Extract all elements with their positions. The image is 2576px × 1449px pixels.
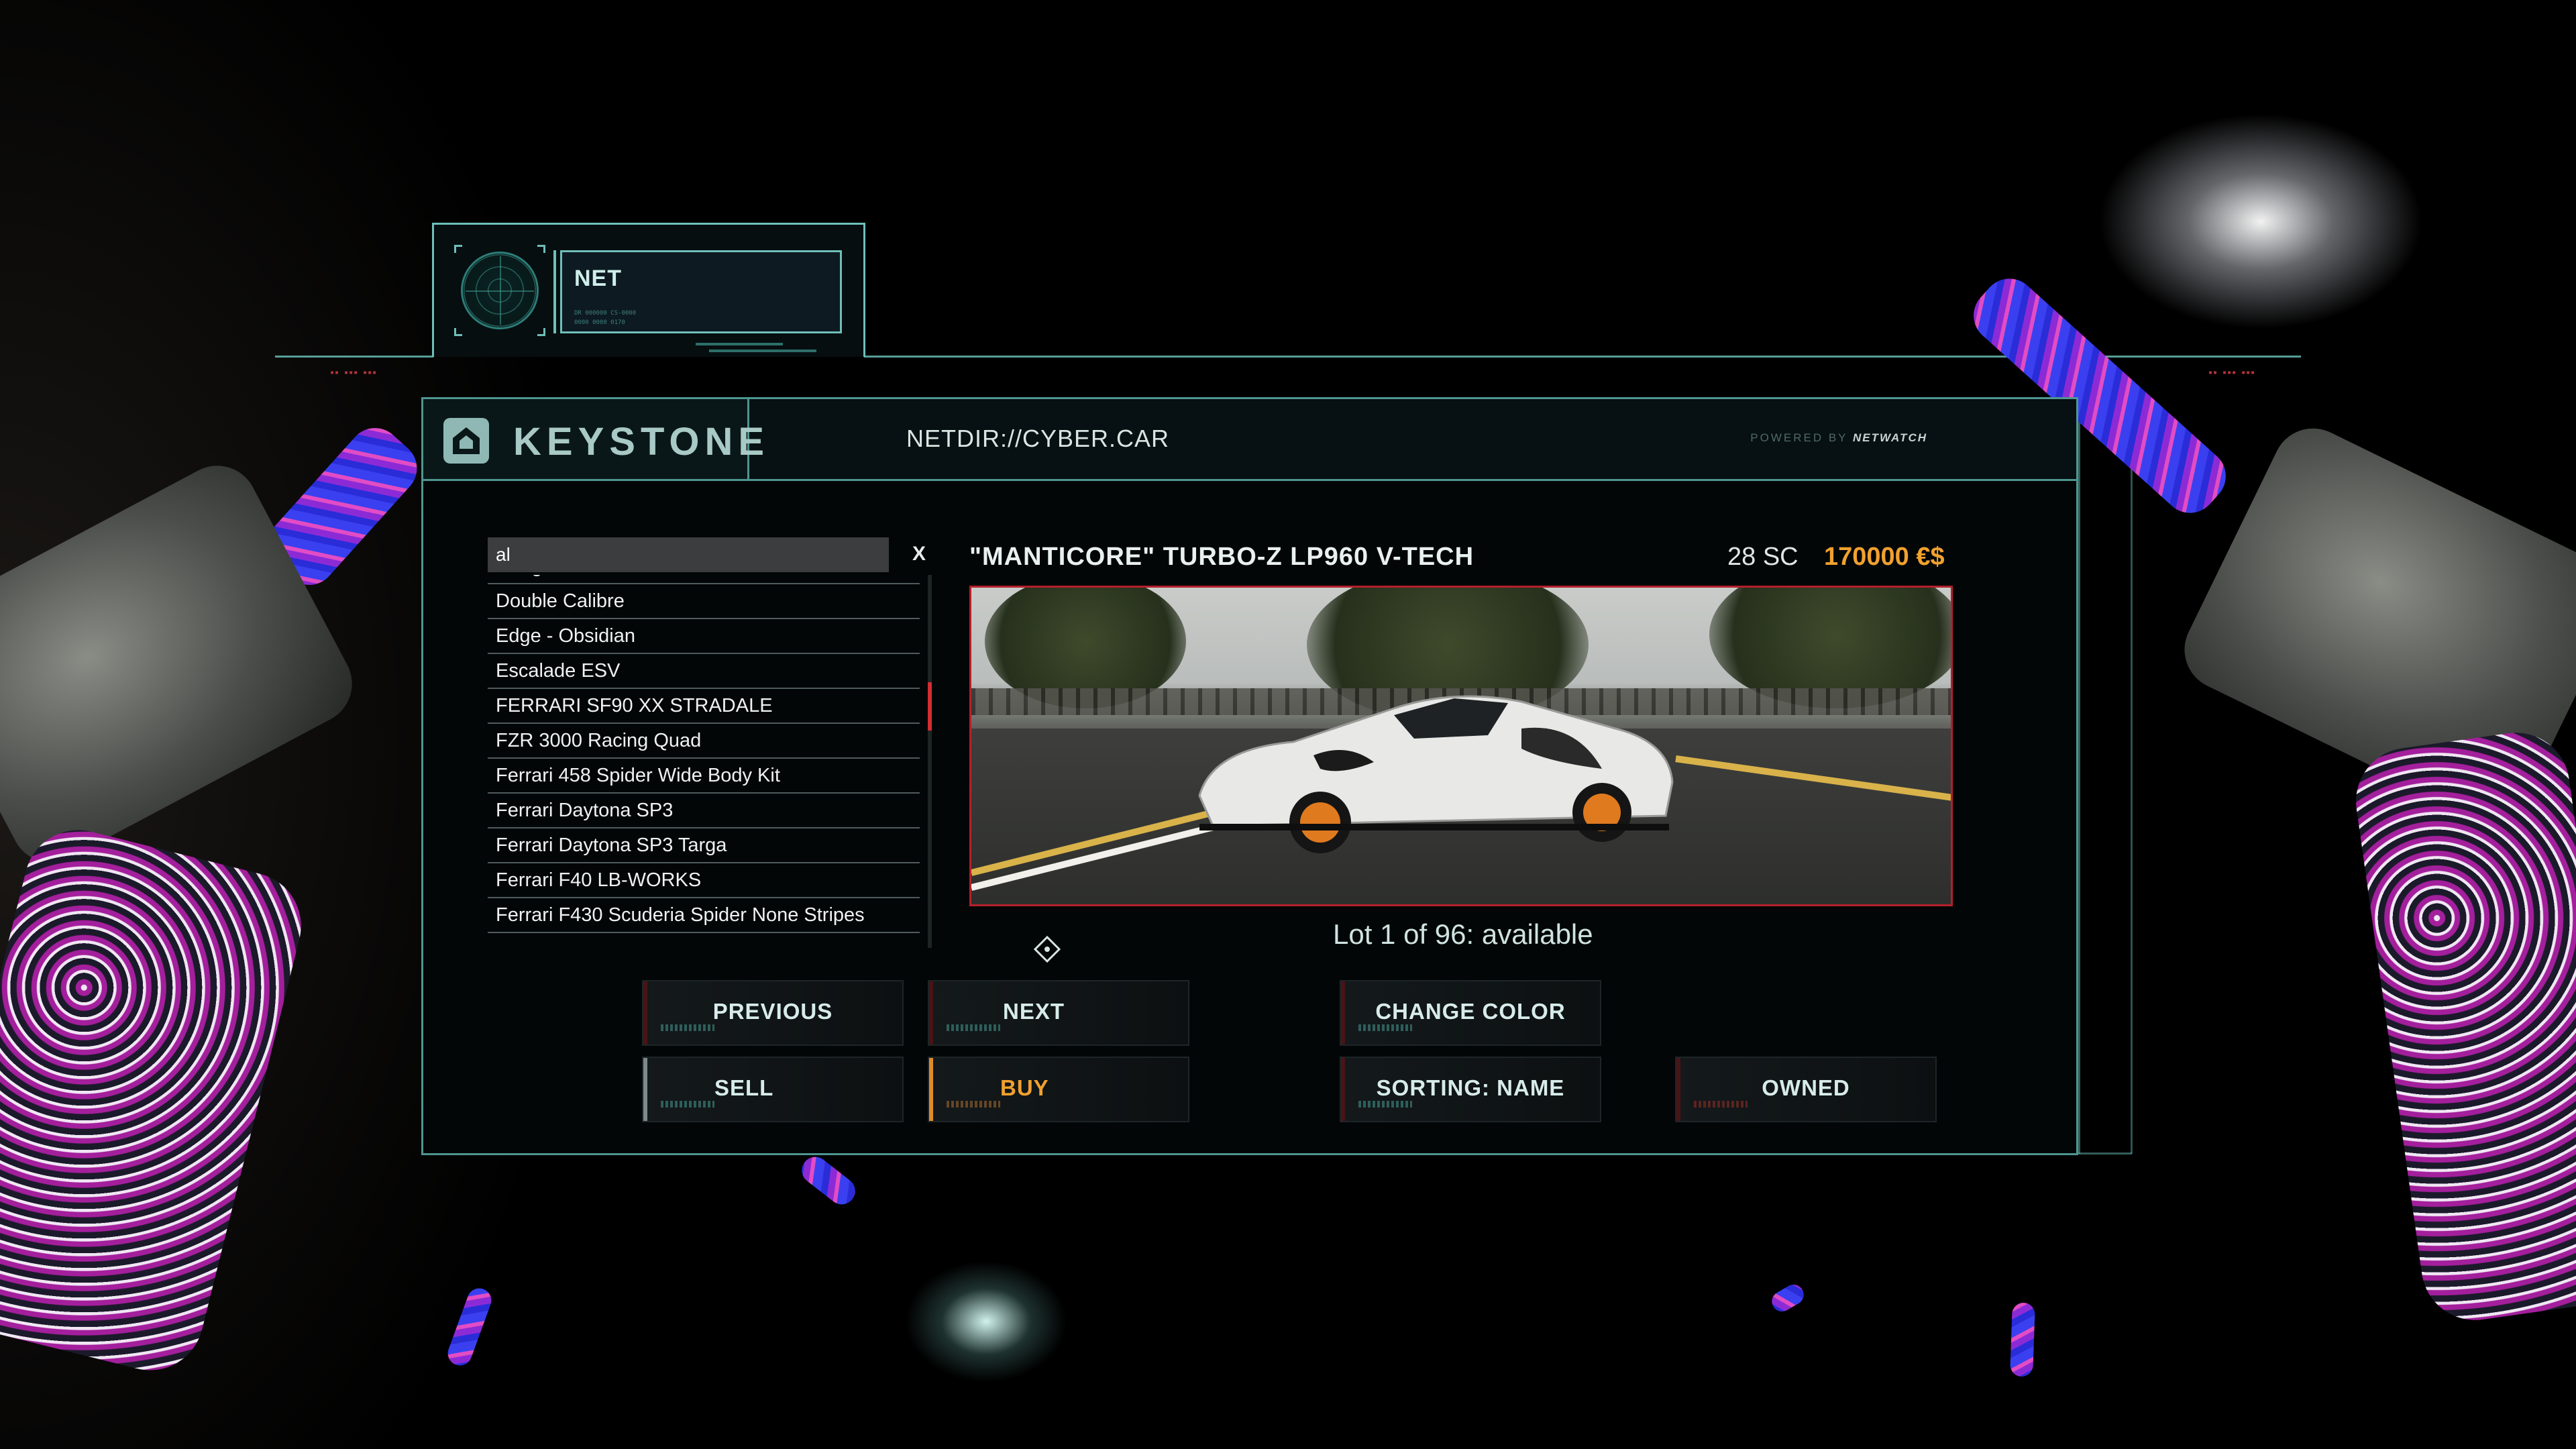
buy-button-edge (929, 1058, 933, 1121)
vehicle-list-item[interactable]: FERRARI SF90 XX STRADALE (488, 689, 920, 724)
frame-bottom-right-line (2078, 1152, 2132, 1155)
sell-button-edge (643, 1058, 647, 1121)
buy-button-label: BUY (1000, 1075, 1049, 1100)
clear-search-button[interactable]: X (908, 539, 930, 570)
buy-button[interactable]: BUY (928, 1057, 1189, 1122)
bottom-holo-shard-2 (444, 1285, 495, 1369)
net-subtext-2: 0000 0000 0170 (574, 319, 625, 326)
owned-button[interactable]: OWNED (1675, 1057, 1937, 1122)
sorting-button[interactable]: SORTING: NAME (1340, 1057, 1601, 1122)
net-box-accent (553, 250, 556, 333)
vehicle-image (969, 586, 1953, 906)
globe-bracket-br (537, 328, 545, 336)
sell-button-deco (661, 1101, 714, 1108)
game-scene: ▪▪ ▪▪▪ ▪▪▪ ▪▪ ▪▪▪ ▪▪▪ NET DR 000000 CS-0… (0, 0, 2576, 1449)
vehicle-list-item[interactable]: Ferrari F430 Scuderia Spider None Stripe… (488, 898, 920, 933)
sorting-button-deco (1358, 1101, 1412, 1108)
net-header: NET DR 000000 CS-0000 0000 0000 0170 (432, 223, 865, 357)
diamond-cursor-icon (1034, 936, 1061, 963)
previous-button-label: PREVIOUS (712, 999, 833, 1024)
road-line-3 (1675, 755, 1951, 802)
list-scrollbar[interactable] (928, 575, 932, 948)
sell-button[interactable]: SELL (642, 1057, 904, 1122)
owned-button-deco (1694, 1101, 1748, 1108)
net-stripe-2 (709, 350, 816, 352)
address-bar: NETDIR://CYBER.CAR (906, 425, 1170, 452)
frame-right-outer-line (2131, 443, 2133, 1154)
search-input[interactable] (488, 537, 889, 572)
vehicle-list-item[interactable]: Ferrari F40 LB-WORKS (488, 863, 920, 898)
vehicle-list-item[interactable]: Edge - Obsidian (488, 619, 920, 654)
globe-bracket-bl (454, 328, 462, 336)
keystone-logo[interactable]: KEYSTONE (423, 399, 764, 479)
frame-top-line-left (275, 356, 433, 358)
keystone-logo-text: KEYSTONE (513, 420, 770, 464)
frame-right-line (2078, 402, 2080, 1154)
vehicle-seats: 28 SC (1727, 543, 1799, 571)
vehicle-list-item[interactable]: FZR 3000 Racing Quad (488, 724, 920, 759)
powered-by-text: POWERED BY (1750, 431, 1848, 444)
net-title-box: NET DR 000000 CS-0000 0000 0000 0170 (560, 250, 842, 333)
buy-button-deco (947, 1101, 1000, 1108)
sell-button-label: SELL (714, 1075, 774, 1100)
powered-by-label: POWERED BY NETWATCH (1750, 431, 1927, 445)
vehicle-price: 170000 €$ (1824, 543, 1945, 571)
vehicle-list-item[interactable]: Ferrari Daytona SP3 (488, 794, 920, 828)
next-button-edge (929, 981, 933, 1044)
vehicle-list: Dodge RAM 1500 TRXDouble CalibreEdge - O… (488, 575, 920, 948)
previous-button[interactable]: PREVIOUS (642, 980, 904, 1046)
frame-left-code: ▪▪ ▪▪▪ ▪▪▪ (330, 369, 378, 376)
net-title: NET (574, 266, 622, 291)
next-button-label: NEXT (1003, 999, 1065, 1024)
bottom-holo-shard-1 (796, 1151, 861, 1210)
next-button[interactable]: NEXT (928, 980, 1189, 1046)
bottom-holo-shard-3 (2010, 1302, 2035, 1377)
keystone-home-icon (443, 418, 489, 464)
change-color-button[interactable]: CHANGE COLOR (1340, 980, 1601, 1046)
right-sleeve (2349, 725, 2576, 1328)
globe-bracket-tl (454, 245, 462, 253)
browser-topbar: KEYSTONE NETDIR://CYBER.CAR POWERED BY N… (423, 399, 2076, 481)
vehicle-list-item[interactable]: Escalade ESV (488, 654, 920, 689)
sports-car-icon (1198, 695, 1674, 853)
next-button-deco (947, 1024, 1000, 1031)
lot-status: Lot 1 of 96: available (1333, 918, 1593, 950)
vehicle-list-item[interactable]: Ferrari 458 Spider Wide Body Kit (488, 759, 920, 794)
net-subtext-1: DR 000000 CS-0000 (574, 310, 637, 317)
vehicle-list-item[interactable]: Ferrari Daytona SP3 Targa (488, 828, 920, 863)
browser-panel: KEYSTONE NETDIR://CYBER.CAR POWERED BY N… (421, 397, 2078, 1155)
previous-button-deco (661, 1024, 714, 1031)
bottom-holo-shard-4 (1768, 1281, 1808, 1316)
scrollbar-thumb[interactable] (928, 682, 932, 731)
sorting-button-label: SORTING: NAME (1376, 1075, 1565, 1100)
left-sleeve (0, 818, 313, 1382)
globe-bracket-tr (537, 245, 545, 253)
netwatch-brand: NETWATCH (1852, 431, 1927, 444)
change-color-button-label: CHANGE COLOR (1375, 999, 1566, 1024)
frame-right-code: ▪▪ ▪▪▪ ▪▪▪ (2208, 369, 2256, 376)
owned-button-label: OWNED (1762, 1075, 1850, 1100)
globe-icon (461, 252, 539, 329)
net-stripe-1 (696, 343, 783, 345)
vehicle-list-item[interactable]: Double Calibre (488, 584, 920, 619)
vehicle-title: "MANTICORE" TURBO-Z LP960 V-TECH (969, 543, 1474, 571)
change-color-button-deco (1358, 1024, 1412, 1031)
vehicle-list-item[interactable]: Dodge RAM 1500 TRX (488, 575, 920, 584)
